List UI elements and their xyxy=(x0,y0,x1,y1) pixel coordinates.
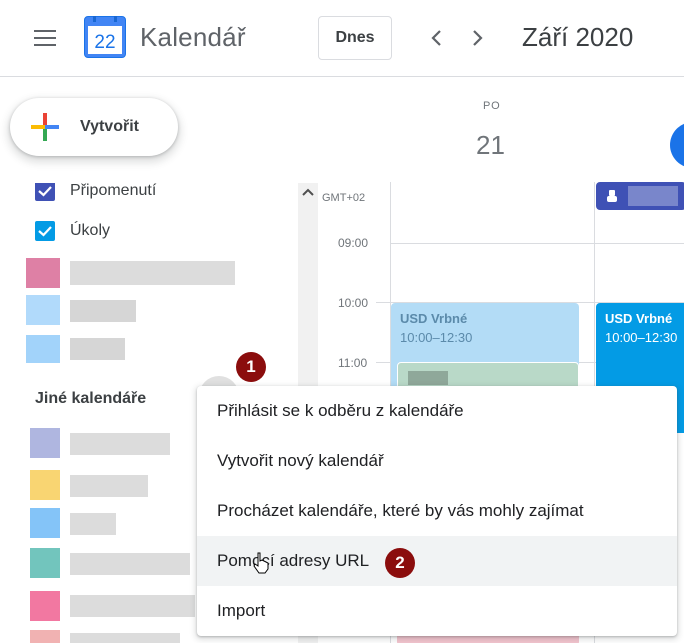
day-number[interactable]: 21 xyxy=(476,130,505,161)
period-title: Září 2020 xyxy=(522,22,634,52)
other-calendars-title: Jiné kalendáře xyxy=(35,390,147,407)
calendar-item-reminders[interactable]: Připomenutí xyxy=(24,183,294,209)
calendar-label: Připomenutí xyxy=(70,183,157,199)
hand-cursor-icon xyxy=(253,552,269,574)
menu-item-create-calendar[interactable]: Vytvořit nový kalendář xyxy=(197,436,677,486)
hour-label: 10:00 xyxy=(338,296,369,310)
calendar-item-tasks[interactable]: Úkoly xyxy=(24,213,294,249)
timezone-label: GMT+02 xyxy=(322,192,366,204)
day-of-week: PO xyxy=(483,100,501,112)
hour-label: 11:00 xyxy=(338,356,368,370)
all-day-event[interactable] xyxy=(596,182,684,210)
add-calendar-menu: Přihlásit se k odběru z kalendáře Vytvoř… xyxy=(197,386,677,636)
create-label: Vytvořit xyxy=(80,118,139,135)
checkbox-checked-icon[interactable] xyxy=(35,221,55,241)
calendar-label: Úkoly xyxy=(70,222,111,239)
logo-day: 22 xyxy=(94,32,115,53)
chevron-left-icon[interactable] xyxy=(423,24,451,52)
menu-item-from-url[interactable]: Pomocí adresy URL xyxy=(197,536,677,586)
menu-item-import[interactable]: Import xyxy=(197,586,677,636)
event-title: USD Vrbné xyxy=(605,311,673,326)
grid-line xyxy=(390,243,684,244)
create-button[interactable]: Vytvořit xyxy=(10,98,178,156)
checkbox-checked-icon[interactable] xyxy=(35,183,55,201)
event-title: USD Vrbné xyxy=(400,311,468,326)
multicolor-plus-icon xyxy=(31,113,59,141)
chevron-right-icon[interactable] xyxy=(463,24,491,52)
reminder-hand-icon xyxy=(607,190,617,202)
top-app-bar: 22 Kalendář Dnes Září 2020 xyxy=(0,0,684,77)
event-time: 10:00–12:30 xyxy=(400,330,473,345)
menu-icon[interactable] xyxy=(27,20,63,56)
menu-item-subscribe[interactable]: Přihlásit se k odběru z kalendáře xyxy=(197,386,677,436)
step-badge-1: 1 xyxy=(236,352,266,382)
event-time: 10:00–12:30 xyxy=(605,330,678,345)
today-date-circle[interactable] xyxy=(670,122,684,168)
step-badge-2: 2 xyxy=(385,548,415,578)
menu-item-browse-calendars[interactable]: Procházet kalendáře, které by vás mohly … xyxy=(197,486,677,536)
calendar-logo-icon[interactable]: 22 xyxy=(84,16,126,58)
app-title: Kalendář xyxy=(140,22,246,52)
today-button[interactable]: Dnes xyxy=(318,16,392,60)
scroll-up-arrow-icon[interactable] xyxy=(301,187,315,197)
hour-label: 09:00 xyxy=(338,236,369,250)
